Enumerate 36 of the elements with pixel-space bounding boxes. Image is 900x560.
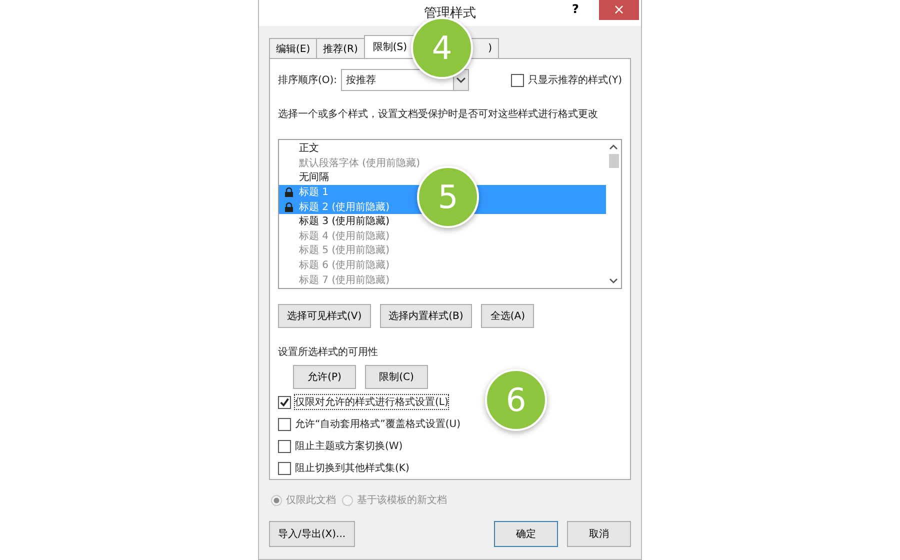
- scroll-down-icon[interactable]: [609, 278, 618, 284]
- select-button[interactable]: 选择内置样式(B): [380, 304, 472, 328]
- sort-label: 排序顺序(O):: [278, 74, 338, 87]
- scrollbar-thumb[interactable]: [608, 154, 618, 168]
- checkbox-label: 仅限对允许的样式进行格式设置(L): [295, 395, 448, 409]
- lock-icon: [284, 187, 294, 198]
- checkbox[interactable]: [278, 396, 291, 408]
- close-button[interactable]: ×: [599, 0, 639, 20]
- select-button[interactable]: 全选(A): [481, 304, 534, 328]
- style-item[interactable]: 无间隔: [279, 170, 329, 185]
- availability-button[interactable]: 限制(C): [365, 365, 428, 389]
- checkbox[interactable]: [278, 462, 291, 474]
- scroll-up-icon[interactable]: [609, 144, 618, 150]
- radio-label: 仅限此文档: [286, 494, 336, 507]
- style-item[interactable]: 标题 3 (使用前隐藏): [279, 214, 390, 229]
- checkbox-label: 只显示推荐的样式(Y): [528, 74, 622, 87]
- style-item[interactable]: 正文: [279, 141, 319, 156]
- availability-button[interactable]: 允许(P): [293, 365, 356, 389]
- availability-label: 设置所选样式的可用性: [278, 346, 379, 359]
- checkbox[interactable]: [278, 418, 291, 430]
- checkbox[interactable]: [511, 74, 524, 86]
- tab[interactable]: 限制(S): [364, 35, 416, 58]
- style-item[interactable]: 默认段落字体 (使用前隐藏): [279, 156, 420, 170]
- checkbox-label: 阻止主题或方案切换(W): [295, 440, 403, 453]
- checkbox-label: 允许“自动套用格式”覆盖格式设置(U): [295, 418, 460, 431]
- lock-icon: [284, 202, 294, 212]
- cancel-button[interactable]: 取消: [567, 521, 631, 547]
- tab[interactable]: 编辑(E): [269, 38, 318, 58]
- radio-label: 基于该模板的新文档: [357, 494, 447, 507]
- ok-button[interactable]: 确定: [494, 521, 558, 547]
- select-button[interactable]: 选择可见样式(V): [278, 304, 371, 328]
- import-export-button[interactable]: 导入/导出(X)...: [269, 521, 355, 547]
- checkbox[interactable]: [278, 440, 291, 452]
- help-button[interactable]: ?: [568, 2, 583, 16]
- checkbox-label: 阻止切换到其他样式集(K): [295, 462, 410, 475]
- description-text: 选择一个或多个样式，设置文档受保护时是否可对这些样式进行格式更改: [278, 108, 599, 121]
